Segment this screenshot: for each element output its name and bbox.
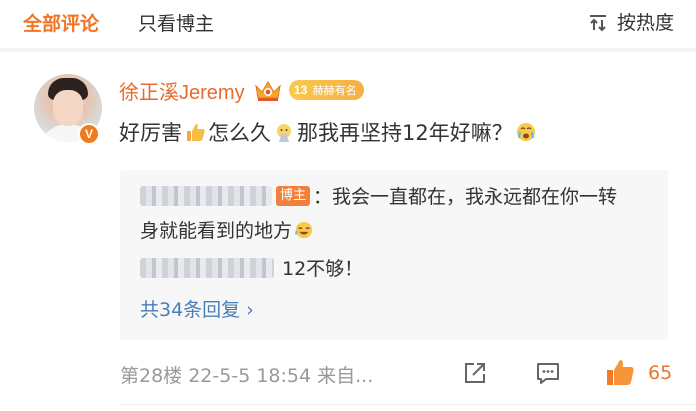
reply-text: 12不够！	[282, 258, 364, 280]
crying-emoji-icon	[516, 123, 535, 141]
author-tag: 博主	[276, 186, 311, 206]
view-all-replies-link[interactable]: 共34条回复 ›	[140, 295, 254, 322]
laughing-emoji-icon	[294, 221, 313, 238]
fan-level-badge[interactable]: 13 赫赫有名	[288, 80, 364, 100]
comment-icon[interactable]	[535, 360, 561, 386]
username[interactable]: 徐正溪Jeremy	[119, 76, 245, 105]
tab-author-only[interactable]: 只看博主	[138, 9, 214, 36]
comment-text-part: 怎么久	[208, 121, 271, 145]
reply-text-continued: 身就能看到的地方	[140, 216, 316, 243]
pray-emoji-icon	[277, 124, 291, 142]
sort-label: 按热度	[616, 12, 674, 34]
thumbs-up-emoji-icon	[187, 124, 205, 141]
crown-icon	[254, 81, 281, 101]
replies-preview[interactable]: 博主 ：我会一直都在，我永远都在你一转 身就能看到的地方 12不够！ 共34条回…	[120, 170, 668, 340]
sort-arrows-icon	[589, 14, 606, 31]
reply-text: ：我会一直都在，我永远都在你一转	[313, 186, 618, 208]
comment-header: 徐正溪Jeremy 13 赫赫有名	[119, 75, 364, 105]
fan-level-number: 13	[293, 83, 308, 97]
like-count: 65	[648, 362, 673, 384]
blurred-username	[140, 258, 274, 278]
share-icon[interactable]	[462, 360, 488, 386]
verified-badge: V	[78, 123, 100, 145]
divider	[120, 404, 696, 405]
like-icon[interactable]	[604, 356, 636, 388]
divider	[0, 48, 696, 52]
comment-text-part: 那我再坚持12年好嘛？	[297, 121, 513, 145]
fan-badge-name: 赫赫有名	[312, 84, 357, 97]
comment-text: 好厉害 怎么久 那我再坚持12年好嘛？	[119, 117, 539, 147]
reply-text-line2: 身就能看到的地方	[140, 220, 293, 242]
tab-all-comments[interactable]: 全部评论	[23, 9, 99, 36]
comment-text-part: 好厉害	[119, 121, 182, 145]
blurred-username	[140, 186, 272, 206]
comment-filter-bar: 全部评论 只看博主 按热度	[0, 0, 696, 48]
floor-time-source: 第28楼 22-5-5 18:54 来自...	[120, 365, 374, 387]
sort-by-hot-button[interactable]: 按热度	[587, 8, 674, 35]
